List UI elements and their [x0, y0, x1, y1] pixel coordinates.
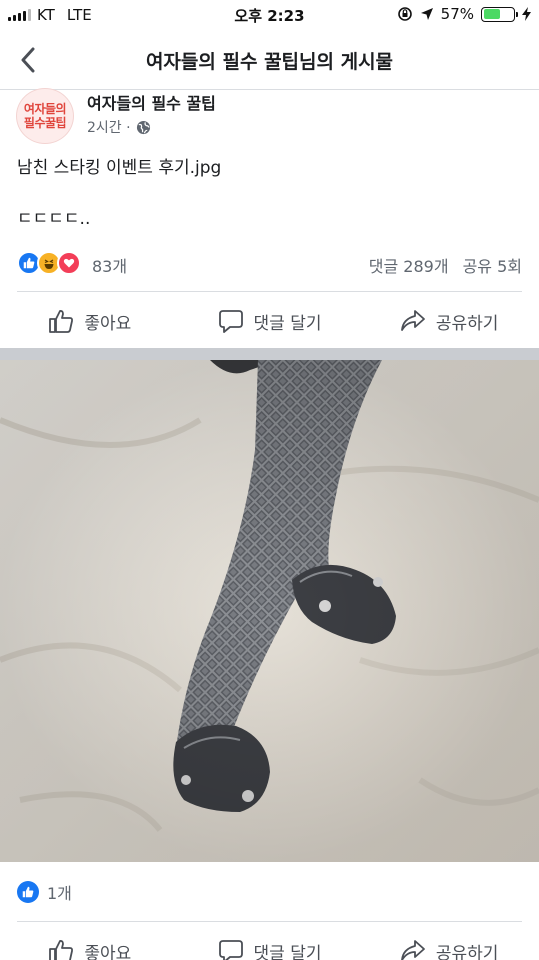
divider	[17, 291, 522, 292]
comment-label: 댓글 달기	[253, 313, 322, 334]
post-text-line1: 남친 스타킹 이벤트 후기.jpg	[17, 158, 222, 178]
divider	[17, 921, 522, 922]
photo-like-button[interactable]: 좋아요	[0, 929, 180, 960]
post-meta: 2시간 ·	[87, 117, 151, 137]
page-name-link[interactable]: 여자들의 필수 꿀팁	[87, 90, 216, 114]
share-label: 공유하기	[435, 313, 499, 334]
photo-comment-label: 댓글 달기	[253, 943, 322, 960]
share-count[interactable]: 공유 5회	[463, 253, 522, 277]
status-right: 57%	[397, 5, 531, 23]
battery-icon	[481, 6, 518, 22]
share-button[interactable]: 공유하기	[359, 299, 539, 343]
photo-image	[0, 360, 539, 862]
photo-like-label: 좋아요	[84, 943, 132, 960]
post-photo[interactable]	[0, 360, 539, 862]
section-separator	[0, 348, 539, 360]
orientation-lock-icon	[397, 7, 412, 21]
share-icon	[400, 310, 425, 331]
comment-icon	[218, 310, 243, 333]
reactions-summary[interactable]: 83개 댓글 289개 공유 5회	[17, 251, 522, 277]
thumbs-up-icon	[49, 940, 74, 960]
location-icon	[420, 8, 433, 20]
comment-button[interactable]: 댓글 달기	[180, 299, 360, 343]
photo-likes[interactable]: 1개	[17, 880, 72, 904]
post-timestamp[interactable]: 2시간 ·	[87, 117, 131, 137]
post-actions: 좋아요 댓글 달기 공유하기	[0, 299, 539, 343]
status-bar: KT LTE 오후 2:23 57%	[0, 0, 539, 30]
post-header: 여자들의 필수꿀팁 여자들의 필수 꿀팁 2시간 ·	[16, 88, 526, 144]
photo-share-button[interactable]: 공유하기	[359, 929, 539, 960]
love-reaction-icon	[57, 251, 81, 275]
battery-percent: 57%	[440, 5, 474, 23]
photo-comment-button[interactable]: 댓글 달기	[180, 929, 360, 960]
reaction-count: 83개	[92, 257, 128, 276]
like-badge-icon	[17, 881, 39, 903]
share-icon	[400, 940, 425, 960]
reaction-icons	[17, 251, 81, 275]
charging-icon	[522, 7, 531, 21]
comment-icon	[218, 940, 243, 960]
photo-share-label: 공유하기	[435, 943, 499, 960]
navigation-bar: 여자들의 필수 꿀팁님의 게시물	[0, 30, 539, 90]
comment-count[interactable]: 댓글 289개	[369, 253, 449, 277]
avatar[interactable]: 여자들의 필수꿀팁	[16, 88, 74, 144]
avatar-logo-line1: 여자들의	[23, 102, 67, 116]
thumbs-up-icon	[49, 310, 74, 333]
photo-actions: 좋아요 댓글 달기 공유하기	[0, 929, 539, 960]
engagement-counts: 댓글 289개 공유 5회	[369, 253, 522, 277]
post-text-line2: ㄷㄷㄷㄷ..	[17, 209, 91, 229]
like-label: 좋아요	[84, 313, 132, 334]
photo-like-count: 1개	[47, 884, 72, 903]
avatar-logo-line2: 필수꿀팁	[23, 116, 67, 130]
page-title: 여자들의 필수 꿀팁님의 게시물	[145, 51, 394, 73]
like-button[interactable]: 좋아요	[0, 299, 180, 343]
globe-icon	[136, 120, 150, 134]
